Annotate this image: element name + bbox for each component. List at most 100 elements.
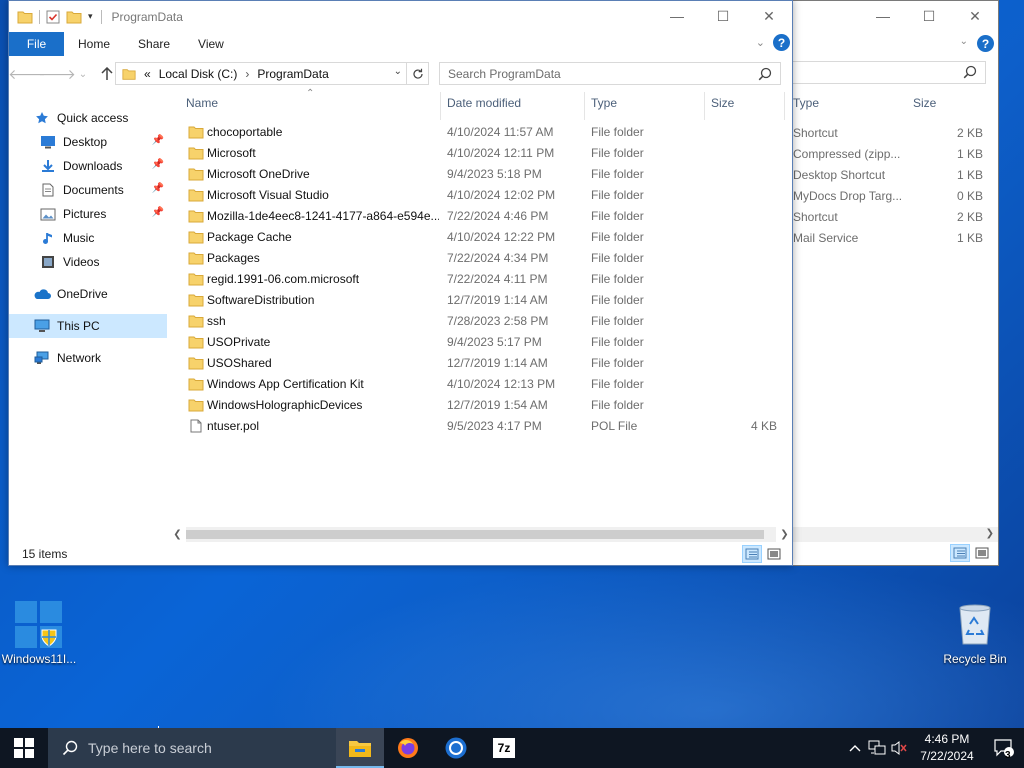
file-row[interactable]: Microsoft 4/10/2024 12:11 PM File folder [167, 143, 792, 164]
file-row[interactable]: Shortcut 2 KB [793, 122, 998, 143]
taskbar-file-explorer[interactable] [336, 728, 384, 768]
taskbar-7zip[interactable]: 7z [480, 728, 528, 768]
network-status-icon[interactable] [866, 740, 888, 756]
title-bar[interactable]: ▾ ProgramData — ☐ ✕ [9, 1, 792, 32]
pin-icon[interactable]: 📌 [152, 135, 164, 146]
file-row[interactable]: Mozilla-1de4eec8-1241-4177-a864-e594e...… [167, 206, 792, 227]
file-row[interactable]: SoftwareDistribution 12/7/2019 1:14 AM Fil… [167, 290, 792, 311]
pin-icon[interactable]: 📌 [152, 159, 164, 170]
close-button[interactable]: ✕ [746, 1, 792, 31]
start-button[interactable] [0, 728, 48, 768]
properties-icon[interactable] [46, 10, 60, 24]
pin-icon[interactable]: 📌 [152, 183, 164, 194]
navigation-pane: Quick access Desktop 📌 Downloads 📌 Docum… [9, 92, 167, 532]
nav-item-videos[interactable]: Videos [9, 250, 167, 274]
customize-toolbar-icon[interactable]: ▾ [88, 11, 93, 22]
explorer-window[interactable]: ▾ ProgramData — ☐ ✕ File Home Share View… [8, 0, 793, 566]
notification-center-button[interactable]: 3 [984, 738, 1024, 761]
breadcrumb-programdata[interactable]: ProgramData [257, 67, 328, 81]
maximize-button[interactable]: ☐ [700, 1, 746, 31]
breadcrumb-local-disk[interactable]: Local Disk (C:) [159, 67, 238, 81]
expand-ribbon-icon[interactable]: ⌄ [756, 36, 765, 49]
nav-item-documents[interactable]: Documents 📌 [9, 178, 167, 202]
nav-item-this-pc[interactable]: This PC [9, 314, 167, 338]
large-icons-view-button[interactable] [764, 545, 784, 563]
help-icon[interactable]: ? [773, 34, 790, 51]
file-row[interactable]: Desktop Shortcut 1 KB [793, 164, 998, 185]
file-row[interactable]: Microsoft OneDrive 9/4/2023 5:18 PM File f… [167, 164, 792, 185]
file-row[interactable]: WindowsHolographicDevices 12/7/2019 1:54 … [167, 395, 792, 416]
column-header-size[interactable]: Size [711, 96, 734, 110]
file-name: USOShared [207, 356, 272, 370]
volume-muted-icon[interactable] [888, 740, 910, 756]
file-row[interactable]: ssh 7/28/2023 2:58 PM File folder [167, 311, 792, 332]
column-header-type[interactable]: Type [591, 96, 617, 110]
file-row[interactable]: USOShared 12/7/2019 1:14 AM File folder [167, 353, 792, 374]
nav-item-pictures[interactable]: Pictures 📌 [9, 202, 167, 226]
file-row[interactable]: Compressed (zipp... 1 KB [793, 143, 998, 164]
file-row[interactable]: USOPrivate 9/4/2023 5:17 PM File folder [167, 332, 792, 353]
address-dropdown-icon[interactable]: ⌄ [394, 66, 402, 77]
large-icons-view-button[interactable] [972, 544, 992, 562]
file-row[interactable]: Shortcut 2 KB [793, 206, 998, 227]
nav-item-network[interactable]: Network [9, 346, 167, 370]
column-header-size[interactable]: Size [913, 96, 983, 118]
file-row[interactable]: Packages 7/22/2024 4:34 PM File folder [167, 248, 792, 269]
horizontal-scrollbar[interactable]: ❮ ❯ [169, 527, 792, 542]
background-explorer-window[interactable]: — ☐ ✕ ⌄ ? Type Size Shortcut 2 KB Compress… [770, 0, 999, 566]
breadcrumb-overflow[interactable]: « [144, 67, 151, 81]
nav-item-quick-access[interactable]: Quick access [9, 106, 167, 130]
file-row[interactable]: Mail Service 1 KB [793, 227, 998, 248]
column-header-name[interactable]: Name [186, 96, 218, 110]
taskbar-firefox[interactable] [384, 728, 432, 768]
help-icon[interactable]: ? [977, 35, 994, 52]
status-bar: 15 items [9, 542, 792, 565]
tab-share[interactable]: Share [124, 32, 184, 56]
taskbar-search-box[interactable]: Type here to search [48, 728, 336, 768]
desktop-icon-windows11[interactable]: Windows11I... [1, 600, 77, 666]
file-row[interactable]: MyDocs Drop Targ... 0 KB [793, 185, 998, 206]
chevron-right-icon[interactable]: › [245, 67, 249, 81]
scroll-right-arrow[interactable]: ❯ [986, 528, 994, 539]
taskbar-chrome[interactable] [432, 728, 480, 768]
nav-item-onedrive[interactable]: OneDrive [9, 282, 167, 306]
minimize-button[interactable]: — [654, 1, 700, 31]
new-folder-icon[interactable] [66, 10, 82, 24]
maximize-button[interactable]: ☐ [906, 1, 952, 31]
pin-icon[interactable]: 📌 [152, 207, 164, 218]
chevron-up-icon[interactable] [844, 744, 866, 752]
details-view-button[interactable] [950, 544, 970, 562]
recent-locations-icon[interactable]: ⌄ [71, 62, 95, 86]
address-bar[interactable]: « Local Disk (C:) › ProgramData ⌄ [115, 62, 407, 85]
refresh-button[interactable] [407, 62, 429, 85]
details-view-button[interactable] [742, 545, 762, 563]
scroll-right-arrow[interactable]: ❯ [776, 527, 792, 542]
chevron-down-icon[interactable]: ⌄ [960, 36, 968, 47]
nav-item-downloads[interactable]: Downloads 📌 [9, 154, 167, 178]
tab-file[interactable]: File [9, 32, 64, 56]
search-input[interactable]: Search ProgramData [439, 62, 781, 85]
column-header-date[interactable]: Date modified [447, 96, 521, 110]
file-date: 7/22/2024 4:34 PM [447, 251, 549, 265]
forward-button[interactable]: 🡒 [38, 62, 76, 86]
file-row[interactable]: Package Cache 4/10/2024 12:22 PM File fold… [167, 227, 792, 248]
file-row[interactable]: ntuser.pol 9/5/2023 4:17 PM POL File 4 KB [167, 416, 792, 437]
file-row[interactable]: regid.1991-06.com.microsoft 7/22/2024 4:1… [167, 269, 792, 290]
tab-home[interactable]: Home [64, 32, 124, 56]
back-button[interactable]: 🡐 [9, 62, 46, 86]
desktop-icon-recycle-bin[interactable]: Recycle Bin [937, 602, 1013, 666]
tab-view[interactable]: View [184, 32, 238, 56]
column-header-type[interactable]: Type [793, 96, 913, 118]
file-row[interactable]: chocoportable 4/10/2024 11:57 AM File fold… [167, 122, 792, 143]
scroll-left-arrow[interactable]: ❮ [169, 527, 186, 542]
file-size: 2 KB [956, 125, 983, 140]
minimize-button[interactable]: — [860, 1, 906, 31]
nav-item-music[interactable]: Music [9, 226, 167, 250]
taskbar-clock[interactable]: 4:46 PM 7/22/2024 [910, 731, 984, 765]
file-row[interactable]: Microsoft Visual Studio 4/10/2024 12:02 P… [167, 185, 792, 206]
close-button[interactable]: ✕ [952, 1, 998, 31]
search-input[interactable] [771, 61, 986, 84]
scroll-thumb[interactable] [186, 530, 765, 539]
nav-item-desktop[interactable]: Desktop 📌 [9, 130, 167, 154]
file-row[interactable]: Windows App Certification Kit 4/10/2024 1… [167, 374, 792, 395]
